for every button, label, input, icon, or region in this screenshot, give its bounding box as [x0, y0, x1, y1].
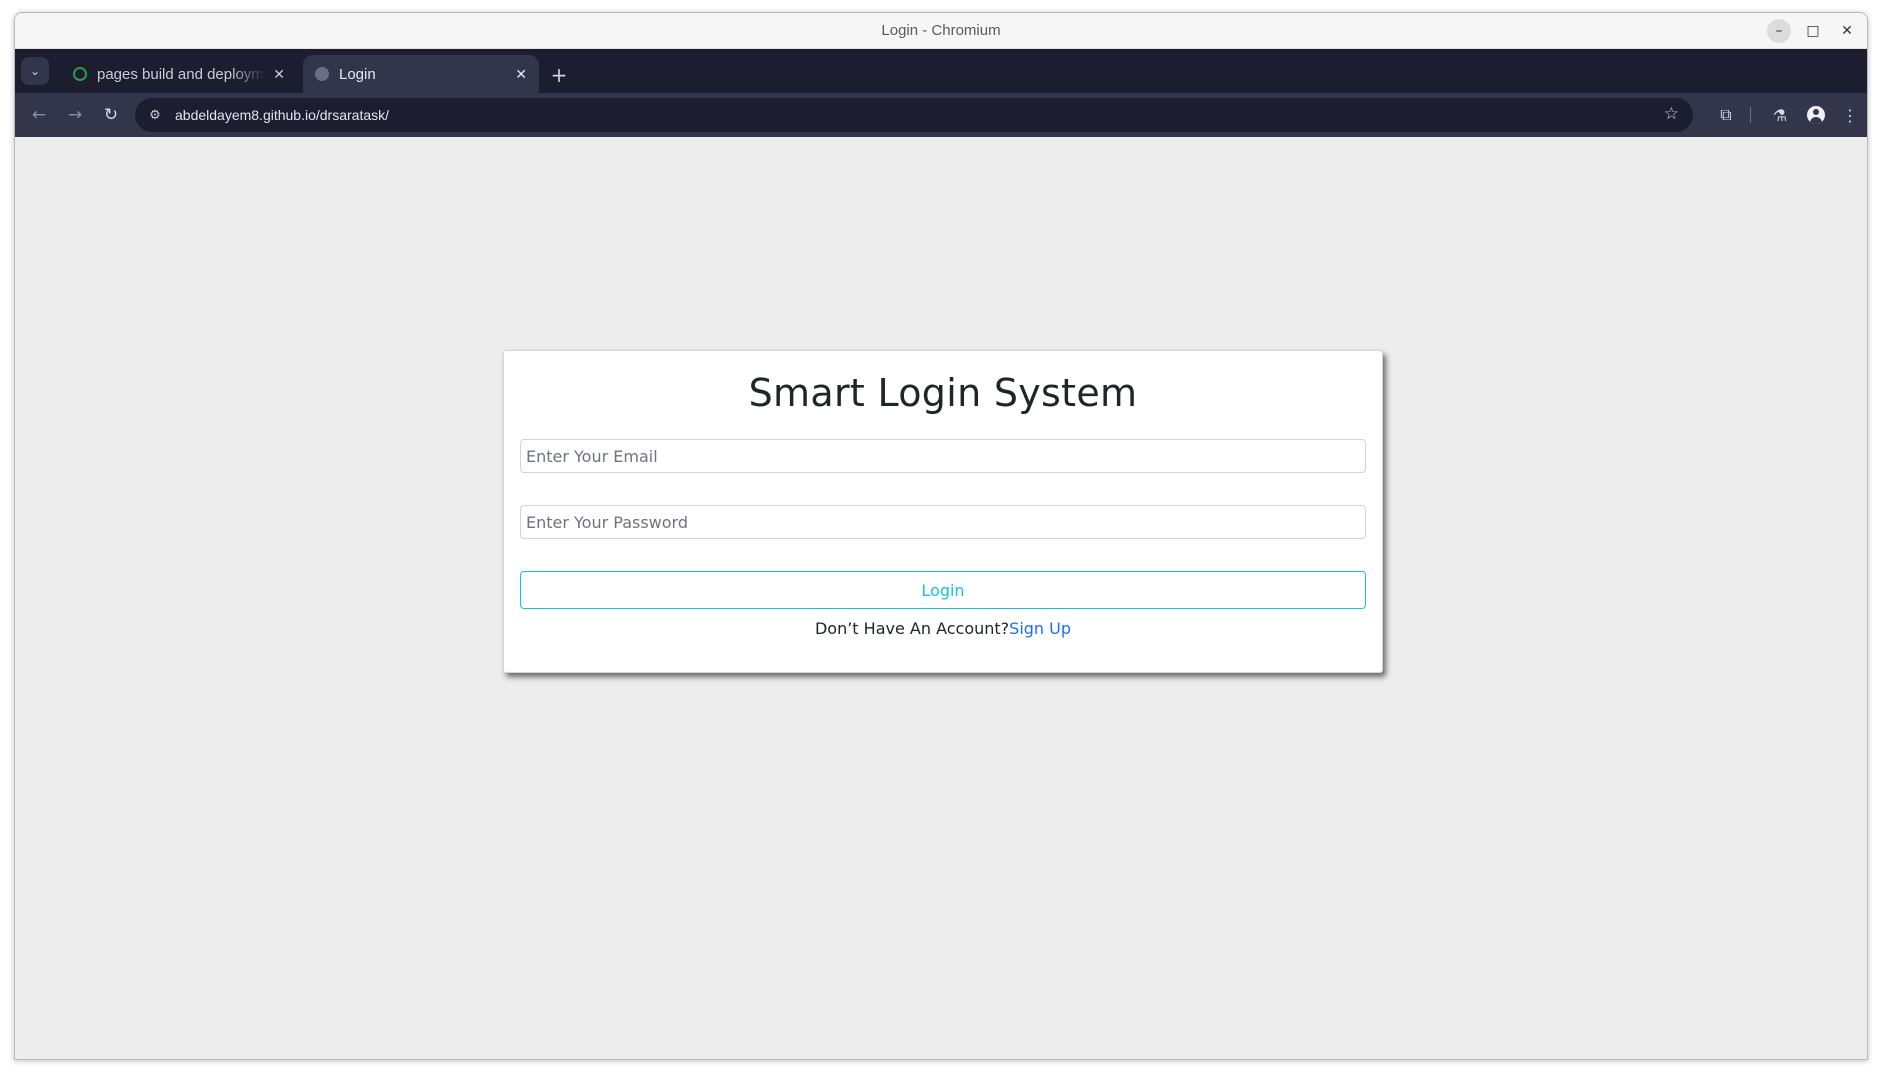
page-title: Smart Login System	[748, 371, 1138, 415]
tab-pages-build[interactable]: pages build and deployment ✕	[61, 55, 297, 93]
maximize-button[interactable]: □	[1801, 19, 1825, 43]
forward-button[interactable]: →	[61, 101, 89, 129]
back-button[interactable]: ←	[25, 101, 53, 129]
tab-label: pages build and deployment	[97, 65, 265, 83]
url-text[interactable]: abdeldayem8.github.io/drsaratask/	[175, 107, 389, 123]
arrow-left-icon: ←	[31, 105, 47, 125]
avatar-icon	[1807, 106, 1825, 124]
tab-search-button[interactable]: ⌄	[21, 57, 49, 85]
labs-flask-icon[interactable]: ⚗	[1767, 102, 1793, 128]
chevron-down-icon: ⌄	[29, 64, 41, 78]
tab-strip: ⌄ pages build and deployment ✕ Login ✕ +	[15, 49, 1867, 93]
email-field[interactable]	[520, 439, 1366, 473]
arrow-right-icon: →	[67, 105, 83, 125]
reload-icon: ↻	[103, 105, 119, 125]
site-info-icon[interactable]: ⚙	[143, 103, 167, 127]
loading-spinner-icon	[73, 67, 87, 81]
page-viewport: Smart Login System Login Don’t Have An A…	[15, 137, 1867, 1059]
password-field[interactable]	[520, 505, 1366, 539]
login-card: Smart Login System Login Don’t Have An A…	[503, 350, 1383, 673]
browser-window: Login - Chromium – □ ✕ ⌄ pages build and…	[14, 12, 1868, 1060]
close-tab-icon[interactable]: ✕	[273, 66, 285, 83]
minimize-button[interactable]: –	[1767, 19, 1791, 43]
close-window-button[interactable]: ✕	[1835, 19, 1859, 43]
close-tab-icon[interactable]: ✕	[515, 66, 527, 83]
globe-icon	[315, 67, 329, 81]
extensions-icon[interactable]: ⧉	[1713, 102, 1739, 128]
reload-button[interactable]: ↻	[97, 101, 125, 129]
tab-label: Login	[339, 65, 376, 83]
login-button[interactable]: Login	[520, 571, 1366, 609]
title-bar: Login - Chromium – □ ✕	[15, 13, 1867, 49]
menu-kebab-icon[interactable]: ⋮	[1837, 102, 1863, 128]
signup-line: Don’t Have An Account?Sign Up	[520, 619, 1366, 638]
signup-link[interactable]: Sign Up	[1009, 619, 1071, 638]
toolbar-divider	[1750, 107, 1751, 123]
browser-toolbar: ← → ↻ ⚙ abdeldayem8.github.io/drsaratask…	[15, 93, 1867, 137]
tab-login[interactable]: Login ✕	[303, 55, 539, 93]
window-title: Login - Chromium	[881, 22, 1001, 39]
window-controls: – □ ✕	[1767, 19, 1859, 43]
address-bar[interactable]: ⚙ abdeldayem8.github.io/drsaratask/ ☆	[135, 98, 1693, 132]
bookmark-star-icon[interactable]: ☆	[1664, 104, 1679, 124]
signup-prompt: Don’t Have An Account?	[814, 619, 1010, 638]
new-tab-button[interactable]: +	[545, 61, 573, 89]
profile-button[interactable]	[1803, 102, 1829, 128]
